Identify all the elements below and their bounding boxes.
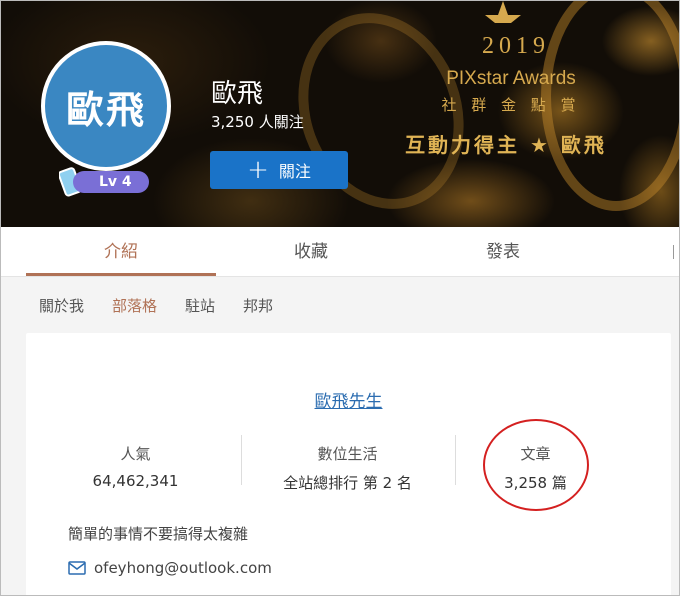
mail-icon bbox=[68, 561, 86, 575]
follower-count: 3,250 人關注 bbox=[211, 113, 304, 131]
blog-title-link[interactable]: 歐飛先生 bbox=[26, 387, 671, 412]
profile-tabs: 介紹 收藏 發表 bbox=[1, 227, 679, 277]
tab-overflow-indicator bbox=[673, 245, 679, 259]
subnav-about[interactable]: 關於我 bbox=[39, 295, 84, 316]
subnav-blog[interactable]: 部落格 bbox=[112, 295, 157, 316]
subnav-resident[interactable]: 駐站 bbox=[185, 295, 215, 316]
stat-category-rank: 數位生活 全站總排行 第 2 名 bbox=[240, 443, 455, 493]
follow-button[interactable]: + 關注 bbox=[210, 151, 348, 189]
stat-value: 全站總排行 第 2 名 bbox=[283, 474, 412, 492]
profile-banner: 2019 PIXstar Awards 社 群 金 點 賞 互動力得主 ★ 歐飛… bbox=[1, 1, 679, 227]
avatar[interactable]: 歐飛 bbox=[41, 41, 171, 171]
email-row: ofeyhong@outlook.com bbox=[68, 559, 272, 577]
award-winner-line: 互動力得主 ★ 歐飛 bbox=[405, 133, 607, 157]
highlight-circle-annotation bbox=[483, 419, 589, 511]
stat-label: 數位生活 bbox=[317, 445, 378, 463]
tab-favorites[interactable]: 收藏 bbox=[216, 227, 406, 277]
stat-popularity: 人氣 64,462,341 bbox=[28, 443, 243, 490]
blog-info-card: 歐飛先生 人氣 64,462,341 數位生活 全站總排行 第 2 名 文章 3… bbox=[26, 333, 671, 595]
plus-icon: + bbox=[247, 155, 269, 185]
stat-value: 64,462,341 bbox=[92, 472, 179, 490]
blog-name: 歐飛 bbox=[211, 79, 264, 109]
award-name: PIXstar Awards bbox=[446, 68, 576, 89]
subnav-bangbang[interactable]: 邦邦 bbox=[243, 295, 273, 316]
follow-button-label: 關注 bbox=[278, 162, 311, 181]
email-address[interactable]: ofeyhong@outlook.com bbox=[94, 559, 272, 577]
tab-posts[interactable]: 發表 bbox=[408, 227, 598, 277]
avatar-text: 歐飛 bbox=[65, 87, 146, 132]
level-badge: Lv 4 bbox=[73, 171, 149, 193]
stat-label: 人氣 bbox=[120, 445, 151, 463]
star-icon bbox=[485, 1, 521, 23]
blog-motto: 簡單的事情不要搞得太複雜 bbox=[68, 525, 249, 543]
tab-intro[interactable]: 介紹 bbox=[26, 227, 216, 276]
award-category: 社 群 金 點 賞 bbox=[441, 96, 581, 114]
award-year: 2019 bbox=[482, 33, 550, 59]
sub-navigation: 關於我 部落格 駐站 邦邦 bbox=[39, 295, 273, 316]
blog-profile-page: 2019 PIXstar Awards 社 群 金 點 賞 互動力得主 ★ 歐飛… bbox=[0, 0, 680, 596]
